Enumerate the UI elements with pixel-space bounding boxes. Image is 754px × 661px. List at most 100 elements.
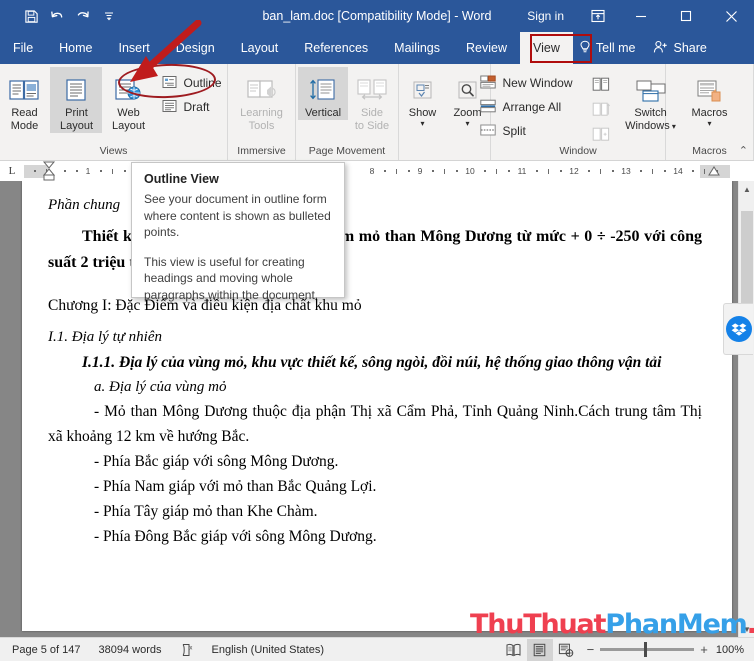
tab-home[interactable]: Home <box>46 32 105 64</box>
share-person-icon <box>653 40 668 57</box>
arrange-all-button[interactable]: Arrange All <box>476 96 579 118</box>
switch-windows-label-2-text: Windows <box>625 120 670 132</box>
zoom-slider-track[interactable] <box>600 642 695 657</box>
zoom-slider[interactable]: − + <box>579 642 716 657</box>
scroll-up-arrow-icon[interactable]: ▲ <box>739 181 754 197</box>
undo-icon[interactable] <box>44 4 70 28</box>
switch-windows-icon <box>634 71 668 105</box>
maximize-icon[interactable] <box>663 0 708 32</box>
side-to-side-label-1: Side <box>360 107 384 119</box>
window-icon-buttons <box>588 67 614 145</box>
tab-stop-selector[interactable]: L <box>0 161 24 181</box>
zoom-out-button[interactable]: − <box>587 643 595 656</box>
tab-references[interactable]: References <box>291 32 381 64</box>
print-layout-button[interactable]: Print Layout <box>50 67 103 133</box>
ruler-dot <box>34 169 36 172</box>
print-layout-label-2: Layout <box>59 120 93 132</box>
web-layout-label-2: Layout <box>111 120 145 132</box>
macros-icon <box>694 71 726 105</box>
page-movement-group-label: Page Movement <box>308 145 386 157</box>
page-indicator[interactable]: Page 5 of 147 <box>0 644 90 656</box>
web-layout-view-icon[interactable] <box>553 639 579 661</box>
new-window-button[interactable]: New Window <box>476 72 579 94</box>
macros-dropdown-chevron-icon[interactable]: ▾ <box>707 117 711 130</box>
save-icon[interactable] <box>18 4 44 28</box>
show-dropdown-chevron-icon[interactable]: ▾ <box>420 117 424 130</box>
minimize-icon[interactable] <box>618 0 663 32</box>
zoom-dropdown-chevron-icon[interactable]: ▾ <box>465 117 469 130</box>
tell-me-search[interactable]: Tell me <box>573 32 646 64</box>
ruler-dot <box>456 169 458 172</box>
doc-paragraph: - Mỏ than Mông Dương thuộc địa phận Thị … <box>48 402 702 446</box>
ruler-dot <box>664 169 666 172</box>
ruler-dot <box>536 169 538 172</box>
ruler-dash <box>600 168 601 174</box>
tooltip-paragraph-1: See your document in outline form where … <box>144 192 331 239</box>
tab-review[interactable]: Review <box>453 32 520 64</box>
show-icon <box>409 71 437 105</box>
redo-icon[interactable] <box>70 4 96 28</box>
tab-layout[interactable]: Layout <box>228 32 292 64</box>
macros-button[interactable]: Macros ▾ <box>681 67 739 130</box>
print-layout-label-1: Print <box>65 107 88 119</box>
ruler-dash <box>652 168 653 174</box>
ruler-tick-10: 10 <box>465 165 475 176</box>
show-button[interactable]: Show ▾ <box>400 67 446 130</box>
vertical-scrollbar[interactable]: ▲ ▼ <box>738 181 754 637</box>
view-side-by-side-icon[interactable] <box>588 73 614 95</box>
ruler-tick-8: 8 <box>369 165 375 176</box>
close-icon[interactable] <box>708 0 754 32</box>
vertical-button[interactable]: Vertical <box>298 67 348 120</box>
ruler-tick-14: 14 <box>673 165 683 176</box>
sign-in-button[interactable]: Sign in <box>513 9 578 23</box>
share-button[interactable]: Share <box>645 32 720 64</box>
side-to-side-icon <box>355 71 389 105</box>
customize-quick-access-icon[interactable] <box>96 4 122 28</box>
doc-paragraph: a. Địa lý của vùng mỏ <box>94 378 227 395</box>
document-page[interactable]: Phần chung Thiết kế sơ bộ khai thác khu … <box>22 181 732 631</box>
ribbon-group-views: Read Mode Print Layout Web Layout Outlin… <box>0 64 228 160</box>
side-to-side-label-2: to Side <box>354 120 390 132</box>
proofing-errors-icon[interactable]: x <box>171 643 203 657</box>
zoom-level-label[interactable]: 100% <box>716 644 754 656</box>
tab-mailings[interactable]: Mailings <box>381 32 453 64</box>
split-button[interactable]: Split <box>476 120 579 142</box>
views-group-label: Views <box>99 145 128 157</box>
outline-button[interactable]: Outline <box>158 72 228 94</box>
ruler-dot <box>560 169 562 172</box>
title-bar: ban_lam.doc [Compatibility Mode] - Word … <box>0 0 754 32</box>
dropbox-circle <box>725 316 752 342</box>
right-indent-marker[interactable] <box>706 164 722 178</box>
horizontal-ruler-track[interactable]: 1 2 8 9 10 11 12 13 14 <box>24 164 730 178</box>
web-layout-button[interactable]: Web Layout <box>102 67 154 133</box>
ruler-tick-12: 12 <box>569 165 579 176</box>
arrange-all-icon <box>480 99 497 116</box>
learning-tools-icon <box>245 71 279 105</box>
ribbon: Read Mode Print Layout Web Layout Outlin… <box>0 64 754 161</box>
read-mode-view-icon[interactable] <box>501 639 527 661</box>
ruler-dash <box>396 168 397 174</box>
word-count[interactable]: 38094 words <box>90 644 171 656</box>
immersive-group-label: Immersive <box>237 145 286 157</box>
switch-windows-label-1: Switch <box>634 107 667 119</box>
tab-design[interactable]: Design <box>163 32 228 64</box>
read-mode-button[interactable]: Read Mode <box>0 67 50 133</box>
zoom-in-button[interactable]: + <box>700 643 708 656</box>
left-indent-marker[interactable] <box>40 160 60 182</box>
zoom-slider-thumb[interactable] <box>644 642 648 657</box>
collapse-ribbon-button[interactable]: ⌃ <box>739 144 748 157</box>
ribbon-tab-strip: File Home Insert Design Layout Reference… <box>0 32 754 64</box>
svg-text:x: x <box>189 645 192 651</box>
dropbox-badge-icon[interactable] <box>723 303 753 355</box>
tab-insert[interactable]: Insert <box>106 32 163 64</box>
print-layout-view-icon[interactable] <box>526 638 553 661</box>
ruler-dot <box>124 169 126 172</box>
tab-file[interactable]: File <box>0 32 46 64</box>
ribbon-display-options-icon[interactable] <box>578 0 618 32</box>
tab-view[interactable]: View <box>520 32 573 64</box>
scroll-down-arrow-icon[interactable]: ▼ <box>739 621 754 637</box>
language-indicator[interactable]: English (United States) <box>203 644 334 656</box>
document-canvas: Phần chung Thiết kế sơ bộ khai thác khu … <box>0 181 754 637</box>
learning-tools-label-1: Learning <box>240 107 283 119</box>
draft-button[interactable]: Draft <box>158 96 228 118</box>
